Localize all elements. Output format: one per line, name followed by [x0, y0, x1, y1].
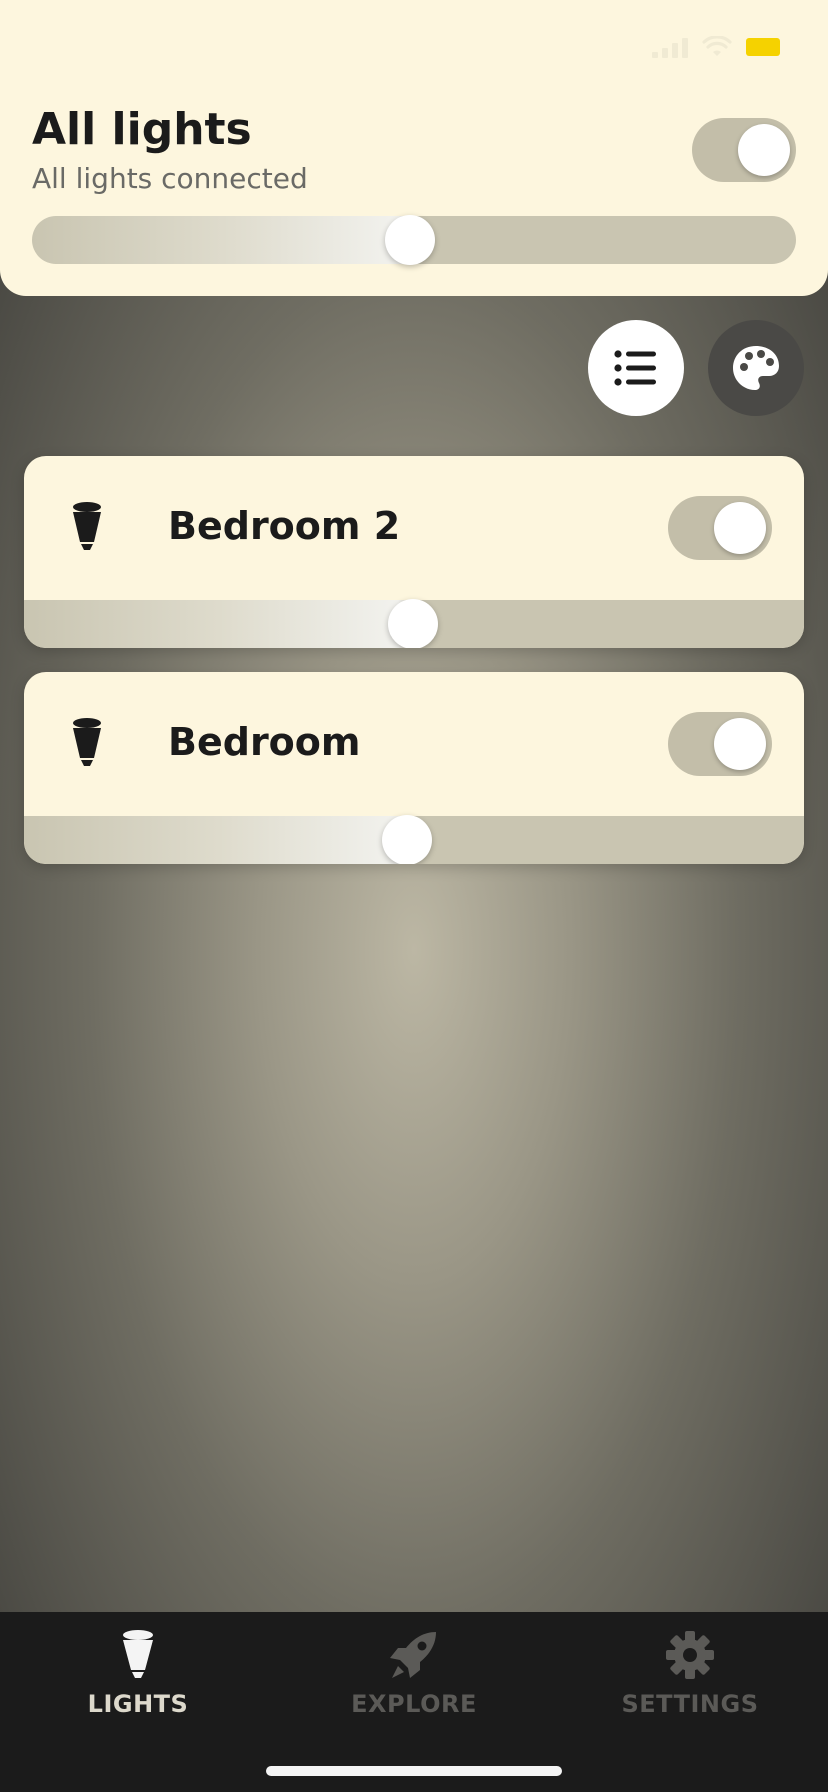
gear-icon — [666, 1631, 714, 1679]
page-title: All lights — [32, 104, 252, 155]
tab-lights-icon-wrap — [38, 1626, 238, 1684]
tab-settings-icon-wrap — [590, 1626, 790, 1684]
home-indicator[interactable] — [266, 1766, 562, 1776]
toggle-knob — [738, 124, 790, 176]
bulb-icon — [73, 718, 101, 766]
tab-settings[interactable]: SETTINGS — [590, 1626, 790, 1736]
all-lights-toggle[interactable] — [692, 118, 796, 182]
all-lights-brightness-slider[interactable] — [32, 215, 796, 265]
list-icon — [614, 350, 656, 386]
scene-palette-button[interactable] — [708, 320, 804, 416]
list-view-button[interactable] — [588, 320, 684, 416]
room-brightness-slider[interactable] — [24, 599, 804, 648]
rocket-icon — [390, 1632, 436, 1678]
palette-icon — [733, 346, 779, 390]
toggle-knob — [714, 502, 766, 554]
battery-icon — [746, 38, 780, 56]
bottom-tab-bar: LIGHTS EXPLORE SETTINGS — [0, 1612, 828, 1792]
bulb-icon — [73, 502, 101, 550]
tab-settings-label: SETTINGS — [621, 1690, 759, 1718]
room-name: Bedroom 2 — [168, 504, 401, 548]
cellular-signal-icon — [652, 36, 688, 58]
room-toggle[interactable] — [668, 496, 772, 560]
room-brightness-slider[interactable] — [24, 815, 804, 864]
status-icons — [652, 36, 780, 58]
tab-lights[interactable]: LIGHTS — [38, 1626, 238, 1736]
tab-lights-label: LIGHTS — [87, 1690, 189, 1718]
room-card[interactable]: Bedroom 2 — [24, 456, 804, 648]
toggle-knob — [714, 718, 766, 770]
room-card[interactable]: Bedroom — [24, 672, 804, 864]
slider-thumb[interactable] — [385, 215, 435, 265]
tab-explore-icon-wrap — [314, 1626, 514, 1684]
slider-thumb[interactable] — [382, 815, 432, 864]
connection-status: All lights connected — [32, 162, 308, 195]
wifi-icon — [702, 36, 732, 56]
tab-explore[interactable]: EXPLORE — [314, 1626, 514, 1736]
room-name: Bedroom — [168, 720, 361, 764]
all-lights-header: 2:43 All lights All lights connected — [0, 0, 828, 296]
bulb-icon — [123, 1630, 153, 1678]
slider-thumb[interactable] — [388, 599, 438, 648]
tab-explore-label: EXPLORE — [351, 1690, 477, 1718]
status-time: 2:43 — [68, 30, 157, 70]
room-toggle[interactable] — [668, 712, 772, 776]
